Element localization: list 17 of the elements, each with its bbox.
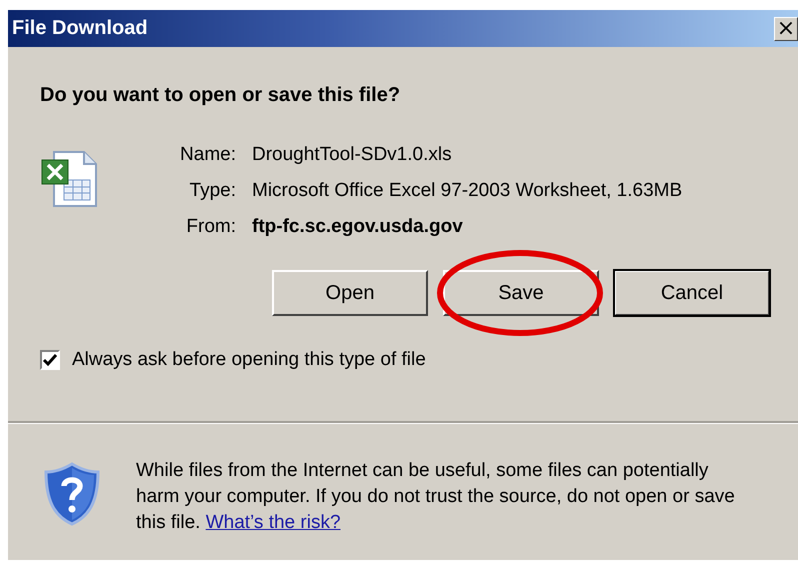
shield-help-icon (44, 462, 100, 526)
dialog-question: Do you want to open or save this file? (40, 84, 402, 107)
field-value: ftp-fc.sc.egov.usda.gov (252, 216, 463, 238)
warning-text: While files from the Internet can be useful, some files can potentially harm your computer. If you do not trust the source, do not open or save this file. What’s the risk? (136, 459, 736, 535)
risk-link[interactable]: What’s the risk? (206, 512, 341, 533)
field-label: Name: (179, 144, 236, 166)
dialog-button[interactable]: Cancel (614, 270, 770, 316)
dialog-button[interactable]: Open (272, 270, 428, 316)
field-value: DroughtTool-SDv1.0.xls (252, 144, 452, 166)
field-label: Type: (188, 180, 236, 202)
field-value: Microsoft Office Excel 97-2003 Worksheet, 1.63MB (252, 180, 682, 202)
dialog-button[interactable]: Save (443, 270, 599, 316)
field-label: From: (185, 216, 236, 238)
close-button[interactable]: × (774, 16, 798, 40)
window-title: File Download (12, 17, 148, 40)
checkbox[interactable] (40, 350, 60, 370)
checkbox-label: Always ask before opening this type of file (72, 349, 426, 371)
